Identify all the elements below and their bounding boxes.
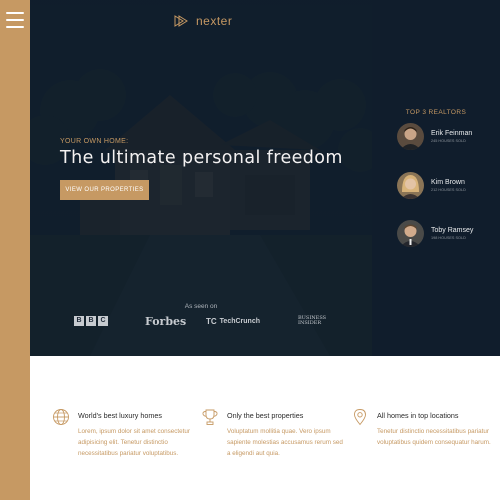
feature-text: Lorem, ipsum dolor sit amet consectetur … [78,428,190,457]
feature-text: Tenetur distinctio necessitatibus pariat… [377,428,491,446]
hamburger-menu-icon[interactable] [6,12,24,28]
page: nexter Your own home: The ultimate perso… [0,0,500,500]
map-pin-icon [354,409,366,426]
avatar [397,172,424,199]
features-section: World's best luxury homes Lorem, ipsum d… [30,356,500,500]
feature-title: World's best luxury homes [78,411,162,420]
feature-text: Voluptatum mollitia quae. Vero ipsum sap… [227,428,343,457]
realtor-sales: 198 houses sold [431,236,466,240]
realtors-title: Top 3 Realtors [405,109,467,116]
realtor-sales: 212 houses sold [431,188,466,192]
realtor-item[interactable]: Erik Feinman 245 houses sold [397,123,472,150]
techcrunch-logo: TC TechCrunch [206,316,260,326]
sidebar [0,0,30,500]
top-realtors-panel: Top 3 Realtors Erik Feinman 245 houses s… [372,0,500,356]
trophy-icon [202,409,218,425]
realtor-name: Kim Brown [431,179,465,186]
hero-eyebrow: Your own home: [60,138,129,145]
press-logos: BBC Forbes TC TechCrunch BUSINESS INSIDER [30,313,372,329]
realtor-item[interactable]: Toby Ramsey 198 houses sold [397,220,473,247]
view-properties-button[interactable]: View our properties [60,180,149,200]
brand-name: nexter [196,14,233,28]
realtor-item[interactable]: Kim Brown 212 houses sold [397,172,466,199]
bbc-logo: BBC [74,313,108,329]
realtor-name: Toby Ramsey [431,227,474,234]
avatar [397,220,424,247]
realtor-sales: 245 houses sold [431,139,466,143]
avatar [397,123,424,150]
hero-headline: The ultimate personal freedom [60,148,343,168]
business-insider-logo: BUSINESS INSIDER [298,314,327,326]
feature-title: Only the best properties [227,411,304,420]
seen-on-label: As seen on [184,303,218,310]
logo-icon [174,15,188,27]
globe-icon [53,409,69,425]
forbes-logo: Forbes [145,314,187,328]
realtor-name: Erik Feinman [431,130,473,137]
hero-section: nexter Your own home: The ultimate perso… [30,0,372,356]
brand-logo[interactable]: nexter [174,14,232,28]
feature-title: All homes in top locations [377,411,459,420]
